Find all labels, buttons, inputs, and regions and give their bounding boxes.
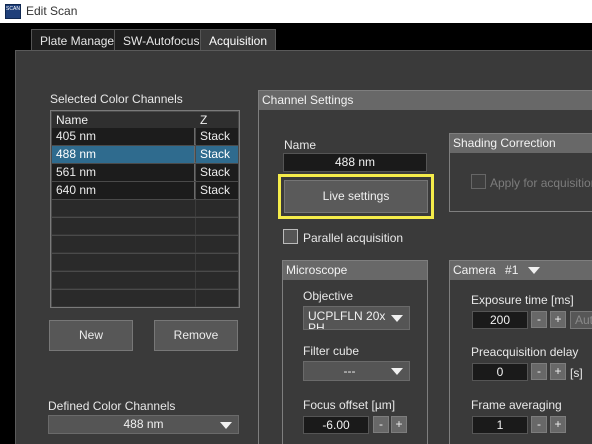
column-header-name[interactable]: Name: [52, 112, 195, 128]
table-row[interactable]: 640 nm Stack: [52, 182, 238, 199]
tab-plate-manager[interactable]: Plate Manager: [31, 29, 128, 51]
empty-row: [52, 218, 238, 235]
preacquisition-delay-field[interactable]: 0: [472, 363, 528, 381]
empty-row: [52, 272, 238, 289]
channel-name-cell: 488 nm: [52, 146, 195, 163]
table-row[interactable]: 405 nm Stack: [52, 128, 238, 145]
channel-z-cell: Stack: [196, 146, 238, 163]
camera-title: Camera: [453, 263, 496, 277]
channel-z-cell: Stack: [196, 128, 238, 145]
objective-dropdown[interactable]: UCPLFLN 20x PH: [303, 306, 410, 330]
channel-name-cell: 640 nm: [52, 182, 195, 199]
exposure-time-field[interactable]: 200: [472, 311, 528, 329]
app-icon: SCAN: [5, 4, 21, 19]
channel-settings-title: Channel Settings: [259, 91, 592, 110]
exposure-auto-button[interactable]: Auto: [570, 311, 592, 329]
frame-averaging-field[interactable]: 1: [472, 416, 528, 434]
shading-correction-title: Shading Correction: [450, 134, 592, 153]
focus-offset-decrement[interactable]: -: [373, 416, 389, 433]
channel-name-label: Name: [284, 138, 317, 152]
title-bar: SCAN Edit Scan: [0, 0, 592, 23]
filter-cube-label: Filter cube: [303, 344, 360, 358]
defined-channels-value: 488 nm: [123, 417, 164, 431]
window-title: Edit Scan: [26, 4, 78, 18]
objective-label: Objective: [303, 289, 354, 303]
apply-shading-label: Apply for acquisition: [490, 176, 592, 190]
camera-header[interactable]: Camera #1: [450, 261, 592, 280]
column-header-z[interactable]: Z: [196, 112, 238, 128]
table-header: Name Z: [52, 112, 238, 128]
channel-name-cell: 405 nm: [52, 128, 195, 145]
focus-offset-label: Focus offset [µm]: [303, 398, 396, 412]
frame-averaging-decrement[interactable]: -: [531, 416, 547, 433]
channel-name-field[interactable]: 488 nm: [283, 153, 427, 172]
tab-acquisition[interactable]: Acquisition: [200, 29, 277, 52]
empty-row: [52, 254, 238, 271]
tab-sw-autofocus[interactable]: SW-Autofocus: [114, 29, 209, 51]
chevron-down-icon: [391, 368, 403, 375]
remove-channel-button[interactable]: Remove: [154, 320, 238, 351]
channel-name-cell: 561 nm: [52, 164, 195, 181]
preacquisition-unit: [s]: [570, 366, 583, 380]
frame-averaging-label: Frame averaging: [471, 398, 562, 412]
exposure-increment[interactable]: +: [550, 311, 566, 328]
defined-channels-dropdown[interactable]: 488 nm: [48, 415, 239, 434]
new-channel-button[interactable]: New: [49, 320, 133, 351]
table-row[interactable]: 561 nm Stack: [52, 164, 238, 181]
exposure-decrement[interactable]: -: [531, 311, 547, 328]
chevron-down-icon: [220, 421, 232, 429]
microscope-title: Microscope: [283, 261, 427, 280]
preacquisition-increment[interactable]: +: [550, 363, 566, 380]
selected-channels-table[interactable]: Name Z 405 nm Stack 488 nm Stack 561 nm …: [50, 110, 240, 308]
filter-cube-dropdown[interactable]: ---: [303, 361, 410, 381]
live-settings-highlight[interactable]: Live settings: [278, 174, 434, 219]
camera-id: #1: [505, 263, 519, 277]
chevron-down-icon[interactable]: [527, 267, 540, 275]
exposure-time-label: Exposure time [ms]: [471, 293, 574, 307]
frame-averaging-increment[interactable]: +: [550, 416, 566, 433]
channel-z-cell: Stack: [196, 164, 238, 181]
live-settings-button[interactable]: Live settings: [284, 180, 428, 213]
parallel-acquisition-checkbox[interactable]: [283, 229, 298, 244]
parallel-acquisition-label: Parallel acquisition: [303, 231, 404, 245]
preacquisition-decrement[interactable]: -: [531, 363, 547, 380]
shading-correction-group: Shading Correction: [449, 133, 592, 212]
defined-channels-label: Defined Color Channels: [48, 399, 176, 413]
preacquisition-delay-label: Preacquisition delay: [471, 345, 579, 359]
focus-offset-field[interactable]: -6.00: [303, 416, 369, 434]
filter-cube-value: ---: [343, 364, 356, 378]
focus-offset-increment[interactable]: +: [391, 416, 407, 433]
empty-row: [52, 290, 238, 307]
chevron-down-icon: [391, 315, 403, 322]
empty-row: [52, 236, 238, 253]
selected-channels-label: Selected Color Channels: [50, 92, 183, 106]
table-row-selected[interactable]: 488 nm Stack: [52, 146, 238, 163]
empty-row: [52, 200, 238, 217]
apply-shading-checkbox[interactable]: [471, 174, 486, 189]
app-icon-text: SCAN: [6, 6, 20, 12]
channel-z-cell: Stack: [196, 182, 238, 199]
objective-value: UCPLFLN 20x PH: [308, 309, 386, 330]
